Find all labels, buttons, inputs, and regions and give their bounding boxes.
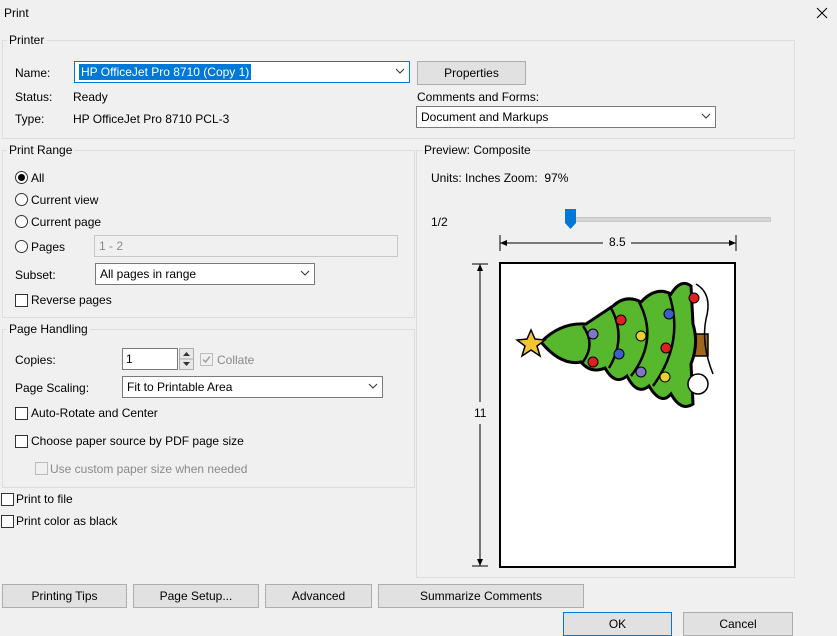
copies-label: Copies: xyxy=(15,353,56,367)
print-to-file-checkbox[interactable] xyxy=(1,493,14,506)
page-scaling-label: Page Scaling: xyxy=(15,381,90,395)
page-scaling-value: Fit to Printable Area xyxy=(127,380,233,394)
page-scaling-select[interactable]: Fit to Printable Area xyxy=(122,376,383,398)
comments-forms-label: Comments and Forms: xyxy=(417,90,540,104)
name-label: Name: xyxy=(15,66,51,80)
page-slider[interactable] xyxy=(565,207,771,231)
copies-value: 1 xyxy=(126,352,133,366)
print-to-file-label: Print to file xyxy=(16,492,73,506)
comments-forms-value: Document and Markups xyxy=(421,110,549,124)
properties-button[interactable]: Properties xyxy=(417,61,526,85)
all-label: All xyxy=(31,171,45,185)
printer-name-value: HP OfficeJet Pro 8710 (Copy 1) xyxy=(79,64,252,80)
reverse-pages-label: Reverse pages xyxy=(31,293,112,307)
print-range-legend: Print Range xyxy=(7,143,75,157)
subset-select[interactable]: All pages in range xyxy=(95,263,315,285)
chevron-down-icon xyxy=(296,264,314,284)
width-label: 8.5 xyxy=(609,235,626,249)
printing-tips-button[interactable]: Printing Tips xyxy=(2,584,127,608)
chevron-down-icon xyxy=(364,377,382,397)
units-zoom-text: Units: Inches Zoom: 97% xyxy=(431,171,569,185)
printer-name-select[interactable]: HP OfficeJet Pro 8710 (Copy 1) xyxy=(74,61,410,83)
slider-track xyxy=(565,217,771,222)
collate-checkbox[interactable] xyxy=(200,353,213,366)
custom-paper-size-label: Use custom paper size when needed xyxy=(50,462,248,476)
current-view-radio[interactable] xyxy=(15,193,28,206)
status-value: Ready xyxy=(73,90,108,104)
slider-thumb[interactable] xyxy=(565,209,576,229)
advanced-button[interactable]: Advanced xyxy=(265,584,372,608)
print-color-black-label: Print color as black xyxy=(16,514,118,528)
status-label: Status: xyxy=(15,90,53,104)
auto-rotate-label: Auto-Rotate and Center xyxy=(31,406,158,420)
cancel-button[interactable]: Cancel xyxy=(683,612,793,636)
page-preview xyxy=(499,262,736,568)
page-indicator: 1/2 xyxy=(431,215,448,229)
choose-paper-source-label: Choose paper source by PDF page size xyxy=(31,434,244,448)
preview-legend: Preview: Composite xyxy=(422,143,533,157)
copies-input[interactable]: 1 xyxy=(122,348,178,370)
chevron-down-icon xyxy=(697,107,715,127)
close-icon xyxy=(816,7,828,19)
reverse-pages-checkbox[interactable] xyxy=(15,294,28,307)
print-color-black-checkbox[interactable] xyxy=(1,515,14,528)
type-value: HP OfficeJet Pro 8710 PCL-3 xyxy=(73,112,230,126)
window-title: Print xyxy=(4,6,29,20)
pages-label: Pages xyxy=(31,240,66,254)
all-radio[interactable] xyxy=(15,171,28,184)
copies-stepper[interactable] xyxy=(179,348,194,370)
page-setup-button[interactable]: Page Setup... xyxy=(133,584,259,608)
check-icon xyxy=(202,356,211,364)
height-label: 11 xyxy=(474,406,487,420)
collate-label: Collate xyxy=(217,353,255,367)
chevron-down-icon xyxy=(391,62,409,82)
close-button[interactable] xyxy=(810,2,834,24)
current-view-label: Current view xyxy=(31,193,99,207)
stepper-arrows-icon xyxy=(180,352,193,366)
comments-forms-select[interactable]: Document and Markups xyxy=(416,106,716,128)
page-handling-legend: Page Handling xyxy=(7,322,90,336)
summarize-comments-button[interactable]: Summarize Comments xyxy=(378,584,584,608)
pages-input-value: 1 - 2 xyxy=(99,239,124,253)
type-label: Type: xyxy=(15,112,45,126)
custom-paper-size-checkbox[interactable] xyxy=(35,462,48,475)
pages-input[interactable]: 1 - 2 xyxy=(94,235,398,257)
subset-label: Subset: xyxy=(15,268,56,282)
choose-paper-source-checkbox[interactable] xyxy=(15,435,28,448)
subset-value: All pages in range xyxy=(100,267,197,281)
printer-legend: Printer xyxy=(7,33,47,47)
current-page-radio[interactable] xyxy=(15,215,28,228)
ok-button[interactable]: OK xyxy=(563,612,672,636)
current-page-label: Current page xyxy=(31,215,102,229)
christmas-tree-image xyxy=(515,281,714,408)
pages-radio[interactable] xyxy=(15,240,28,253)
auto-rotate-checkbox[interactable] xyxy=(15,407,28,420)
